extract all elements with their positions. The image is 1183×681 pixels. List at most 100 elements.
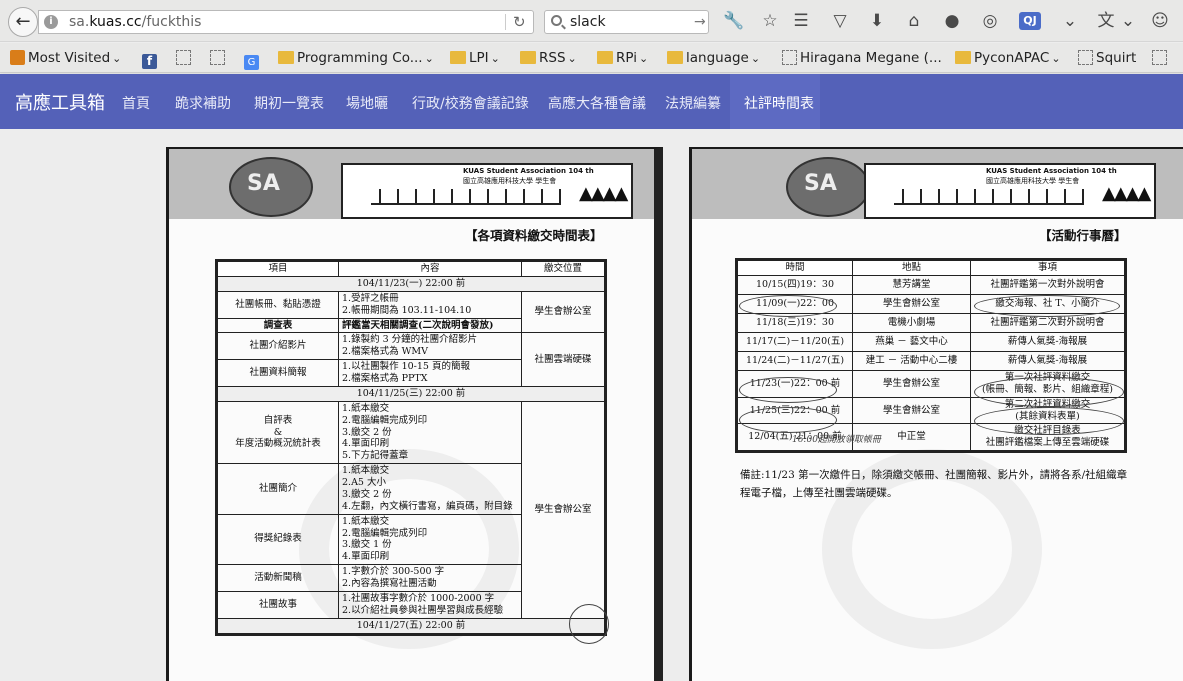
- back-button[interactable]: ←: [8, 7, 38, 37]
- search-input[interactable]: slack: [570, 11, 606, 33]
- table-cell: 1.錄製約 3 分鐘的社團介紹影片 2.檔案格式為 WMV: [338, 332, 522, 361]
- bookmark-hiragana-megane[interactable]: Hiragana Megane (...: [782, 49, 942, 67]
- folder-icon: [667, 51, 683, 64]
- bookmark-lpi[interactable]: LPI ⌄: [450, 49, 500, 67]
- event-place: 建工 － 活動中心二樓: [852, 350, 971, 371]
- search-icon: [551, 15, 562, 26]
- table-cell: 社團簡介: [216, 463, 339, 515]
- event-time: 10/15(四)19：30: [736, 274, 853, 295]
- col-header: 事項: [970, 259, 1126, 276]
- table-cell: 社團介紹影片: [216, 332, 339, 361]
- chevron-down-icon: ⌄: [1051, 52, 1061, 65]
- scan-submission-schedule[interactable]: SA KUAS Student Association 104 th 國立高雄應…: [166, 147, 663, 681]
- table-row: 10/15(四)19：30 慧芳講堂 社團評鑑第一次對外說明會: [736, 274, 1126, 295]
- table-cell: 1.社團故事字數介於 1000-2000 字 2.以介紹社員參與社團學習與成長經…: [338, 590, 522, 619]
- table-cell: 社團資料簡報: [216, 359, 339, 387]
- bookmark-rpi[interactable]: RPi ⌄: [597, 49, 648, 67]
- chevron-down-icon: ⌄: [638, 52, 649, 65]
- submission-table: 項目 內容 繳交位置 104/11/23(一) 22:00 前 社團帳冊、黏貼憑…: [215, 259, 607, 636]
- bookmark-facebook[interactable]: f: [142, 49, 160, 69]
- nav-subsidy[interactable]: 跪求補助: [175, 93, 231, 113]
- profile-face-icon[interactable]: ☺: [1150, 11, 1170, 31]
- home-icon[interactable]: ⌂: [904, 11, 924, 31]
- translate-icon[interactable]: 文: [1096, 11, 1116, 31]
- table-cell: 1.以社團製作 10-15 頁的簡報 2.檔案格式為 PPTX: [338, 359, 522, 387]
- overflow-chevron-icon[interactable]: ⌄: [1060, 11, 1080, 31]
- nav-university-meetings[interactable]: 高應大各種會議: [548, 93, 646, 113]
- url-text: sa.kuas.cc/fuckthis: [69, 14, 202, 30]
- header-zh: 國立高雄應用科技大學 學生會: [463, 177, 557, 185]
- dashed-bookmark-icon: [1152, 50, 1167, 65]
- bookmark-programming[interactable]: Programming Co... ⌄: [278, 49, 434, 67]
- table-cell: 自評表 & 年度活動概況統計表: [216, 400, 339, 465]
- deadline-band: 104/11/23(一) 22:00 前: [216, 275, 606, 292]
- handwritten-circle: [739, 377, 837, 403]
- download-icon[interactable]: ⬇: [867, 11, 887, 31]
- header-zh: 國立高雄應用科技大學 學生會: [986, 177, 1080, 185]
- bookmark-rss[interactable]: RSS ⌄: [520, 49, 577, 67]
- chevron-down-icon: ⌄: [424, 52, 434, 65]
- folder-icon: [520, 51, 536, 64]
- event-place: 學生會辦公室: [852, 293, 971, 314]
- tools-wrench-icon[interactable]: 🔧: [723, 11, 744, 31]
- table-cell: 學生會辦公室: [521, 290, 606, 334]
- site-info-icon[interactable]: i: [44, 15, 58, 29]
- table-cell: 社團故事: [216, 590, 339, 619]
- folder-icon: [597, 51, 613, 64]
- reading-list-icon[interactable]: ☰: [791, 11, 811, 31]
- bookmark-language[interactable]: language ⌄: [667, 49, 760, 67]
- bookmarks-bar: Most Visited ⌄ f G Programming Co... ⌄ LPI…: [0, 43, 1183, 73]
- bookmark-star-icon[interactable]: ☆: [760, 11, 780, 31]
- bookmark-pyconapac[interactable]: PyconAPAC ⌄: [955, 49, 1061, 67]
- header-en: KUAS Student Association 104 th: [463, 167, 594, 175]
- table-cell: 活動新聞稿: [216, 564, 339, 592]
- nav-regulations[interactable]: 法規編纂: [665, 93, 721, 113]
- event-item: 社團評鑑第一次對外說明會: [970, 274, 1126, 295]
- table-row: 11/17(二)－11/20(五) 燕巢 － 藝文中心 薪傳人氣獎-海報展: [736, 331, 1126, 352]
- reload-icon[interactable]: ↻: [513, 11, 526, 33]
- handwritten-circle: [739, 295, 837, 317]
- header-pattern: [894, 189, 1084, 205]
- event-item: 薪傳人氣獎-海報展: [970, 331, 1126, 352]
- nav-venue[interactable]: 場地曬: [346, 93, 388, 113]
- chevron-down-icon: ⌄: [112, 52, 122, 65]
- table-cell: 社團雲端硬碟: [521, 332, 606, 387]
- col-header: 地點: [852, 259, 971, 276]
- bookmark-most-visited[interactable]: Most Visited ⌄: [10, 49, 121, 67]
- handwritten-note: 16:00起開放領取帳冊: [792, 435, 881, 445]
- bookmark-blank-2[interactable]: [210, 49, 228, 67]
- event-place: 學生會辦公室: [852, 396, 971, 425]
- deadline-band: 104/11/25(三) 22:00 前: [216, 385, 606, 402]
- scan-event-calendar[interactable]: SA KUAS Student Association 104 th 國立高雄應…: [689, 147, 1183, 681]
- table-cell: 1.受評之帳冊 2.帳冊期間為 103.11-104.10: [338, 290, 522, 319]
- col-header: 時間: [736, 259, 853, 276]
- handwritten-circle: [974, 377, 1124, 407]
- url-bar[interactable]: i sa.kuas.cc/fuckthis ↻: [38, 10, 534, 34]
- translate-menu-chevron-icon[interactable]: ⌄: [1118, 11, 1138, 31]
- nav-meeting-records[interactable]: 行政/校務會議記錄: [412, 93, 529, 113]
- site-brand[interactable]: 高應工具箱: [15, 89, 105, 115]
- table-cell: 調查表: [216, 317, 339, 334]
- search-bar[interactable]: slack →: [544, 10, 709, 34]
- dashed-bookmark-icon: [210, 50, 225, 65]
- chevron-down-icon: ⌄: [567, 52, 577, 65]
- qj-extension-icon[interactable]: QJ: [1019, 12, 1041, 30]
- bookmarks-overflow[interactable]: [1152, 49, 1170, 67]
- bookmark-google-translate[interactable]: G: [244, 49, 262, 70]
- chat-icon[interactable]: ●: [942, 11, 962, 31]
- bookmark-squirt[interactable]: Squirt: [1078, 49, 1136, 67]
- globe-icon[interactable]: ◎: [980, 11, 1000, 31]
- nav-club-review-schedule[interactable]: 社評時間表: [744, 93, 814, 113]
- bookmark-blank-1[interactable]: [176, 49, 194, 67]
- nav-semester-overview[interactable]: 期初一覽表: [254, 93, 324, 113]
- folder-icon: [955, 51, 971, 64]
- nav-home[interactable]: 首頁: [122, 93, 150, 113]
- pocket-icon[interactable]: ▽: [830, 11, 850, 31]
- table-cell: 1.字數介於 300-500 字 2.內容為撰寫社團活動: [338, 564, 522, 592]
- logo-text: SA: [804, 171, 837, 196]
- handwritten-circle: [974, 295, 1120, 317]
- col-header: 項目: [216, 260, 339, 277]
- event-place: 慧芳講堂: [852, 274, 971, 295]
- main-content: SA KUAS Student Association 104 th 國立高雄應…: [0, 129, 1183, 681]
- search-go-icon[interactable]: →: [694, 11, 706, 33]
